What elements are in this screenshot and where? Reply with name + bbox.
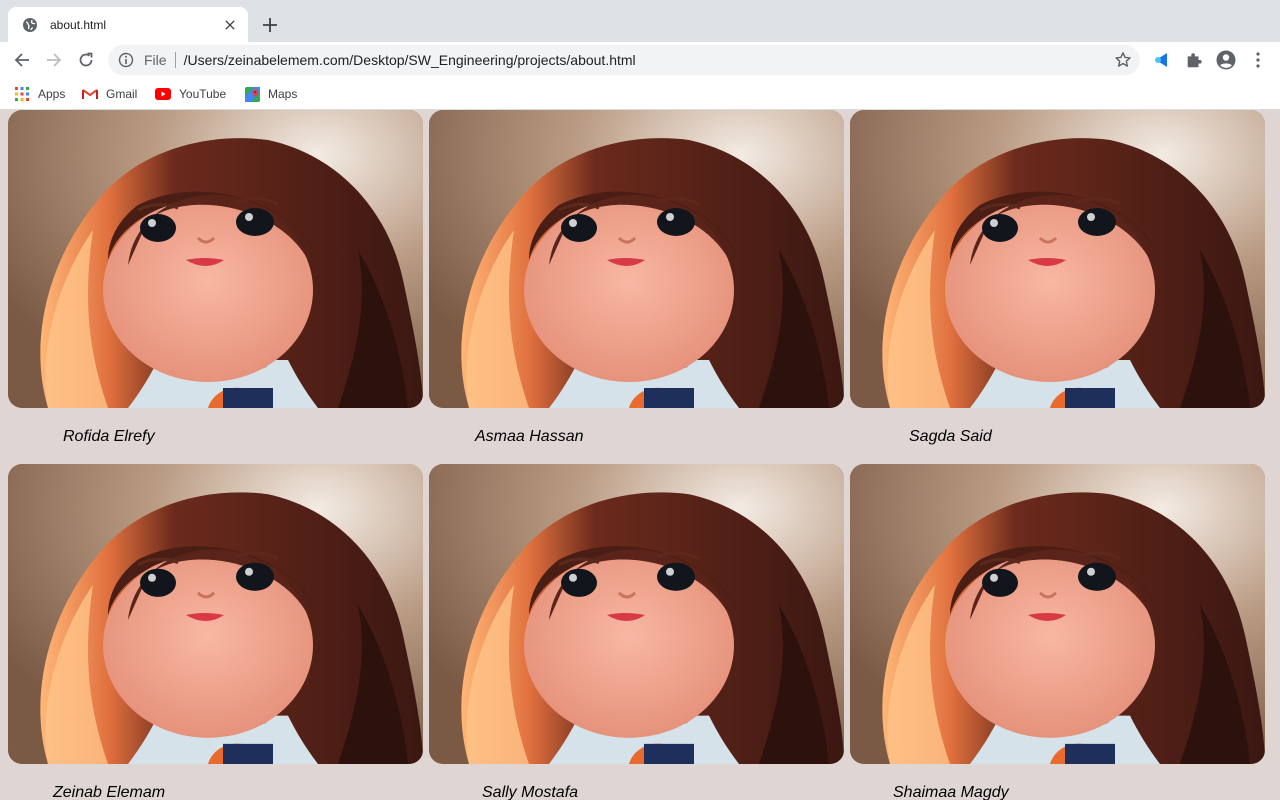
reload-icon[interactable]: [72, 46, 100, 74]
globe-icon: [22, 17, 38, 33]
close-tab-icon[interactable]: [220, 15, 240, 35]
tab-strip: about.html: [0, 0, 1280, 42]
member-photo: [850, 464, 1265, 764]
member-name: Shaimaa Magdy: [893, 784, 1009, 800]
bookmarks-bar: Apps Gmail YouTube Maps: [0, 78, 1280, 110]
team-member-card: Sally Mostafa: [429, 464, 844, 800]
member-name: Sally Mostafa: [482, 784, 579, 800]
profile-avatar-icon[interactable]: [1214, 48, 1238, 72]
maps-icon: [244, 86, 260, 102]
bookmark-youtube[interactable]: YouTube: [155, 84, 226, 104]
url-separator: [174, 52, 176, 68]
browser-toolbar: File /Users/zeinabelemem.com/Desktop/SW_…: [0, 42, 1280, 78]
tab-about[interactable]: about.html: [8, 7, 248, 42]
team-member-card: Zeinab Elemam: [8, 464, 423, 800]
bookmark-label: YouTube: [179, 87, 227, 101]
url-scheme-label: File: [144, 52, 167, 68]
menu-kebab-icon[interactable]: [1246, 48, 1270, 72]
address-bar[interactable]: File /Users/zeinabelemem.com/Desktop/SW_…: [108, 45, 1140, 75]
bookmark-star-icon[interactable]: [1114, 51, 1132, 69]
youtube-icon: [155, 86, 171, 102]
url-text[interactable]: /Users/zeinabelemem.com/Desktop/SW_Engin…: [184, 52, 636, 68]
member-photo: [429, 464, 844, 764]
new-tab-icon[interactable]: [258, 13, 282, 37]
extension-icon[interactable]: [1150, 48, 1174, 72]
member-name: Rofida Elrefy: [63, 428, 155, 445]
member-photo: [429, 110, 844, 408]
bookmark-apps[interactable]: Apps: [14, 84, 65, 104]
bookmark-label: Maps: [268, 87, 298, 101]
gmail-icon: [82, 86, 98, 102]
bookmark-label: Apps: [38, 87, 66, 101]
team-member-card: Shaimaa Magdy: [850, 464, 1265, 800]
tab-title: about.html: [50, 17, 107, 32]
info-icon[interactable]: [118, 52, 134, 68]
team-member-card: Asmaa Hassan: [429, 110, 844, 445]
bookmark-label: Gmail: [106, 87, 138, 101]
about-page-content: Rofida Elrefy Asmaa Hassan Sagda Said Ze…: [0, 110, 1280, 800]
apps-grid-icon: [14, 86, 30, 102]
member-name: Asmaa Hassan: [475, 428, 584, 445]
bookmark-maps[interactable]: Maps: [244, 84, 297, 104]
back-icon[interactable]: [8, 46, 36, 74]
bookmark-gmail[interactable]: Gmail: [82, 84, 137, 104]
member-photo: [8, 464, 423, 764]
extensions-puzzle-icon[interactable]: [1182, 48, 1206, 72]
member-photo: [850, 110, 1265, 408]
team-member-card: Sagda Said: [850, 110, 1265, 445]
member-photo: [8, 110, 423, 408]
member-name: Zeinab Elemam: [53, 784, 166, 800]
forward-icon[interactable]: [40, 46, 68, 74]
team-member-card: Rofida Elrefy: [8, 110, 423, 445]
member-name: Sagda Said: [909, 428, 992, 445]
